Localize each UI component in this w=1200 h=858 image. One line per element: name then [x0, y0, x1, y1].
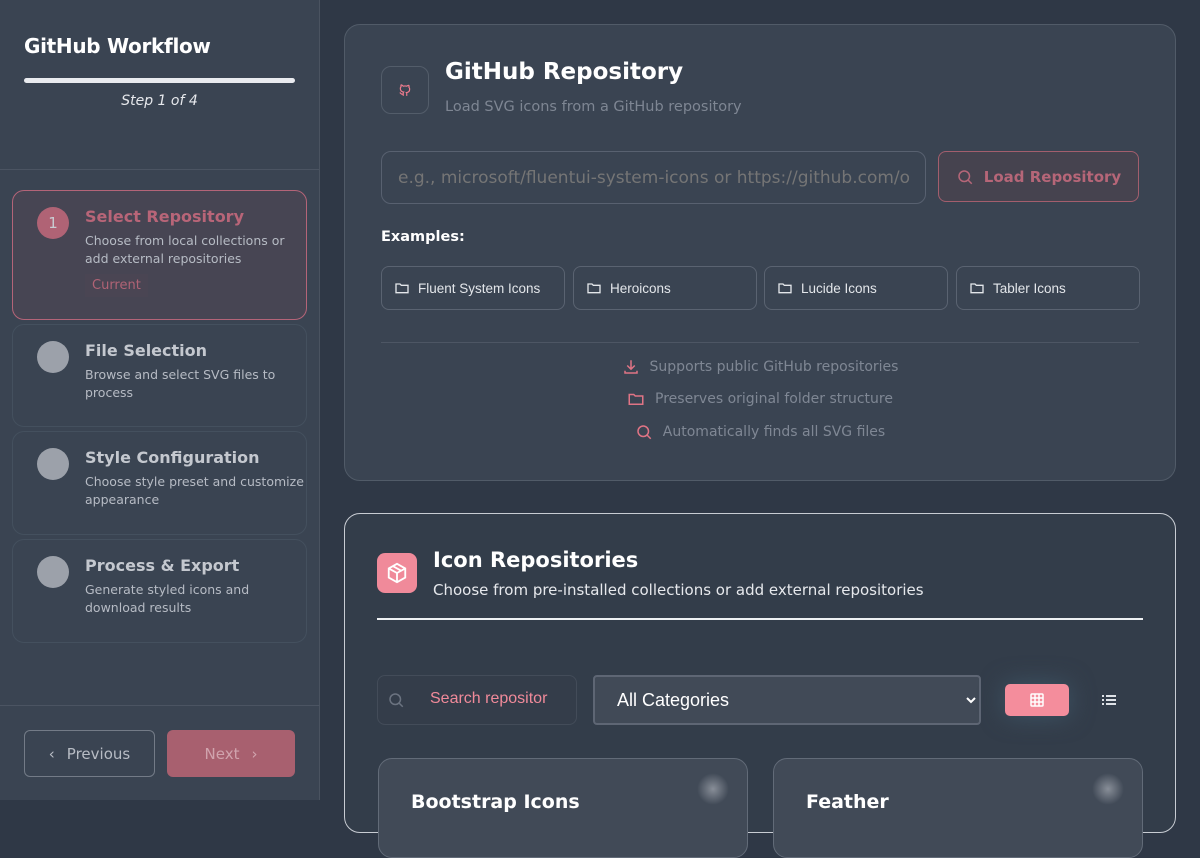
folder-icon [587, 283, 601, 294]
feature-text: Automatically finds all SVG files [662, 424, 886, 440]
chevron-left-icon: ‹ [48, 744, 55, 763]
previous-label: Previous [66, 744, 131, 763]
package-icon [377, 553, 417, 593]
github-icon [381, 66, 429, 114]
next-label: Next [204, 744, 240, 763]
next-button[interactable]: Next › [167, 730, 295, 777]
previous-button[interactable]: ‹ Previous [24, 730, 155, 777]
feature-text: Preserves original folder structure [655, 391, 893, 407]
list-view-button[interactable] [1093, 684, 1125, 716]
folder-icon [778, 283, 792, 294]
example-label: Tabler Icons [993, 280, 1066, 296]
folder-icon [628, 393, 644, 405]
feature-item: Supports public GitHub repositories [345, 358, 1175, 376]
folder-icon [395, 283, 409, 294]
feature-item: Automatically finds all SVG files [345, 423, 1175, 441]
divider [377, 618, 1143, 620]
sidebar: GitHub Workflow Step 1 of 4 1 Select Rep… [0, 0, 320, 800]
load-repository-button[interactable]: Load Repository [938, 151, 1139, 202]
card-title: Feather [806, 791, 889, 813]
step-desc: Generate styled icons and download resul… [85, 582, 250, 615]
step-select-repository[interactable]: 1 Select Repository Choose from local co… [12, 190, 307, 320]
step-title: Process & Export [85, 556, 240, 575]
step-desc: Choose style preset and customize appear… [85, 474, 304, 507]
repository-url-input[interactable] [381, 151, 926, 204]
icon-repositories-panel: Icon Repositories Choose from pre-instal… [344, 513, 1176, 858]
status-indicator [697, 773, 729, 805]
search-input[interactable] [430, 690, 548, 708]
step-process-export[interactable]: Process & Export Generate styled icons a… [12, 539, 307, 643]
github-repository-panel: GitHub Repository Load SVG icons from a … [344, 24, 1176, 481]
feature-text: Supports public GitHub repositories [649, 359, 899, 375]
example-lucide[interactable]: Lucide Icons [764, 266, 948, 310]
feature-item: Preserves original folder structure [345, 390, 1175, 408]
example-label: Fluent System Icons [418, 280, 541, 296]
search-box[interactable] [377, 675, 577, 725]
panel-subtitle: Load SVG icons from a GitHub repository [445, 99, 742, 115]
example-heroicons[interactable]: Heroicons [573, 266, 757, 310]
card-title: Bootstrap Icons [411, 791, 580, 813]
step-count: Step 1 of 4 [121, 93, 198, 109]
step-style-configuration[interactable]: Style Configuration Choose style preset … [12, 431, 307, 535]
step-number: 1 [37, 207, 69, 239]
chevron-right-icon: › [251, 744, 258, 763]
step-number [37, 556, 69, 588]
list-icon [1102, 695, 1116, 705]
step-title: File Selection [85, 341, 208, 360]
grid-view-button[interactable] [1005, 684, 1069, 716]
folder-icon [970, 283, 984, 294]
current-badge: Current [85, 274, 148, 297]
example-fluent[interactable]: Fluent System Icons [381, 266, 565, 310]
repository-card[interactable]: Feather [773, 758, 1143, 858]
search-icon [958, 169, 973, 184]
repository-card[interactable]: Bootstrap Icons [378, 758, 748, 858]
step-desc: Choose from local collections or add ext… [85, 233, 285, 266]
step-title: Style Configuration [85, 448, 260, 467]
step-number [37, 341, 69, 373]
status-indicator [1092, 773, 1124, 805]
example-label: Lucide Icons [801, 280, 877, 296]
divider [381, 342, 1139, 343]
grid-icon [1030, 693, 1044, 707]
panel-title: Icon Repositories [433, 548, 639, 572]
sidebar-header: GitHub Workflow Step 1 of 4 [0, 0, 319, 170]
step-title: Select Repository [85, 207, 244, 226]
download-icon [623, 360, 638, 374]
panel-subtitle: Choose from pre-installed collections or… [433, 581, 924, 599]
progress-bar [24, 78, 295, 83]
step-number [37, 448, 69, 480]
workflow-title: GitHub Workflow [24, 34, 211, 58]
step-file-selection[interactable]: File Selection Browse and select SVG fil… [12, 324, 307, 427]
step-desc: Browse and select SVG files to process [85, 367, 276, 400]
panel-title: GitHub Repository [445, 59, 684, 85]
category-select[interactable]: All Categories [593, 675, 981, 725]
examples-label: Examples: [381, 229, 465, 245]
load-label: Load Repository [983, 167, 1122, 186]
example-tabler[interactable]: Tabler Icons [956, 266, 1140, 310]
search-icon [389, 693, 404, 708]
search-icon [637, 425, 652, 440]
example-label: Heroicons [610, 280, 671, 296]
sidebar-footer: ‹ Previous Next › [0, 705, 320, 800]
